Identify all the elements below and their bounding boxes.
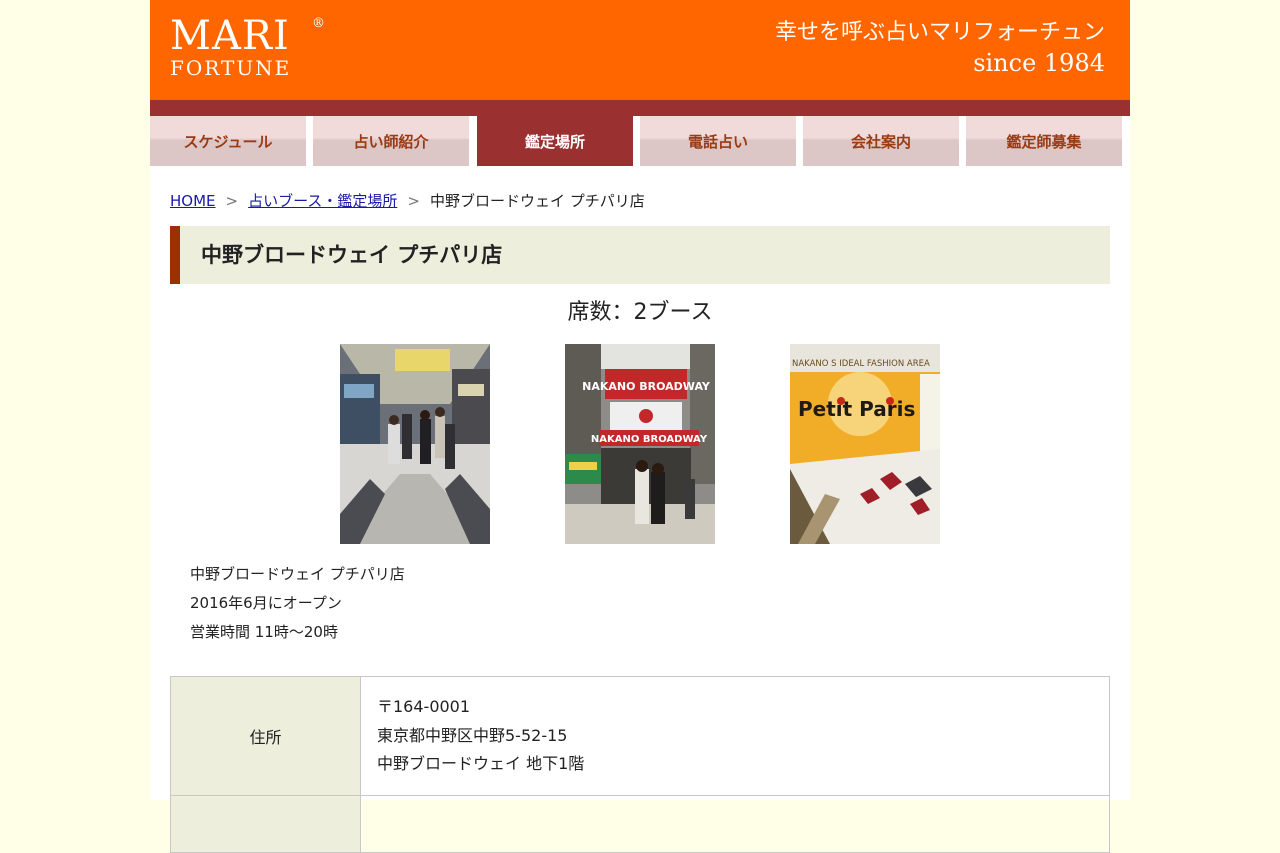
breadcrumb-current: 中野ブロードウェイ プチパリ店 (429, 192, 645, 210)
table-value-cell (360, 795, 1110, 853)
logo-main-text[interactable]: MARI (170, 14, 290, 58)
description-line: 2016年6月にオープン (190, 594, 342, 612)
sign-top-text: NAKANO BROADWAY (582, 380, 711, 393)
broadway-entrance-photo[interactable]: NAKANO BROADWAY NAKANO BROADWAY (565, 344, 715, 544)
nav-item-company[interactable]: 会社案内 (803, 116, 959, 166)
address-label: 住所 (170, 676, 361, 796)
address-line: 〒164-0001 (377, 697, 471, 717)
breadcrumb: HOME > 占いブース・鑑定場所 > 中野ブロードウェイ プチパリ店 (170, 190, 645, 212)
description-line: 営業時間 11時〜20時 (190, 623, 338, 641)
site-header: MARI ® FORTUNE 幸せを呼ぶ占いマリフォーチュン since 198… (150, 0, 1130, 100)
photo-banner-text: NAKANO S IDEAL FASHION AREA (792, 359, 930, 369)
table-row (170, 795, 1110, 853)
breadcrumb-parent-link[interactable]: 占いブース・鑑定場所 (248, 192, 397, 210)
breadcrumb-separator: > (225, 192, 239, 210)
shop-description: 中野ブロードウェイ プチパリ店 2016年6月にオープン 営業時間 11時〜20… (190, 560, 405, 647)
sign-bottom-text: NAKANO BROADWAY (591, 434, 708, 445)
logo-registered-mark: ® (312, 16, 325, 31)
address-line: 東京都中野区中野5-52-15 (377, 725, 568, 745)
nav-item-recruit[interactable]: 鑑定師募集 (966, 116, 1122, 166)
logo-sub-text[interactable]: FORTUNE (170, 56, 291, 80)
address-value: 〒164-0001 東京都中野区中野5-52-15 中野ブロードウェイ 地下1階 (360, 676, 1110, 796)
nav-item-fortune-tellers[interactable]: 占い師紹介 (313, 116, 469, 166)
seat-count: 席数：2ブース (567, 300, 713, 325)
description-line: 中野ブロードウェイ プチパリ店 (190, 565, 405, 583)
table-label-cell (170, 795, 361, 853)
petit-paris-photo[interactable]: NAKANO S IDEAL FASHION AREA Petit Paris (790, 344, 940, 544)
tagline: 幸せを呼ぶ占いマリフォーチュン since 1984 (775, 18, 1105, 78)
nav-item-phone-reading[interactable]: 電話占い (640, 116, 796, 166)
since-text: since 1984 (973, 49, 1105, 77)
page-container: MARI ® FORTUNE 幸せを呼ぶ占いマリフォーチュン since 198… (150, 0, 1130, 853)
breadcrumb-home-link[interactable]: HOME (170, 192, 216, 210)
header-divider-bar (150, 100, 1130, 116)
arcade-photo[interactable] (340, 344, 490, 544)
page-title: 中野ブロードウェイ プチパリ店 (201, 243, 503, 267)
nav-item-schedule[interactable]: スケジュール (150, 116, 306, 166)
shop-info-table: 住所 〒164-0001 東京都中野区中野5-52-15 中野ブロードウェイ 地… (170, 676, 1110, 853)
breadcrumb-separator: > (407, 192, 420, 210)
nav-item-locations[interactable]: 鑑定場所 (477, 116, 633, 166)
address-row: 住所 〒164-0001 東京都中野区中野5-52-15 中野ブロードウェイ 地… (170, 676, 1110, 796)
petit-paris-logo-text: Petit Paris (798, 397, 915, 421)
main-nav: スケジュール 占い師紹介 鑑定場所 電話占い 会社案内 鑑定師募集 (150, 116, 1130, 168)
tagline-text: 幸せを呼ぶ占いマリフォーチュン (774, 20, 1105, 45)
page-title-bar: 中野ブロードウェイ プチパリ店 (170, 226, 1110, 284)
address-line: 中野ブロードウェイ 地下1階 (377, 754, 585, 774)
